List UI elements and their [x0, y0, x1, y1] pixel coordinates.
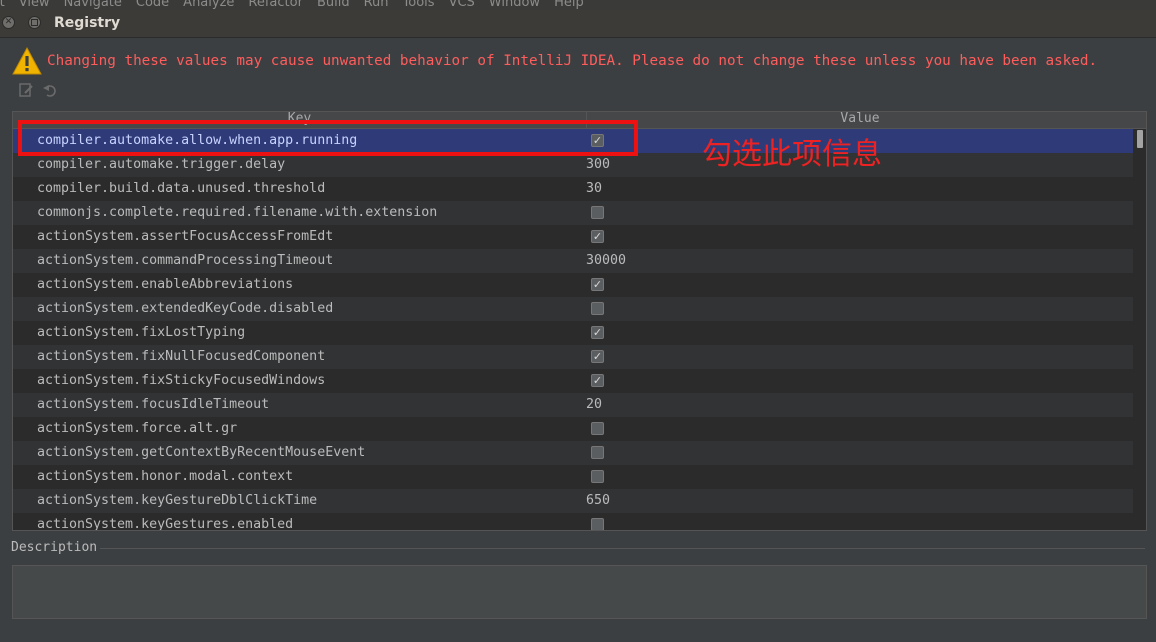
registry-key: actionSystem.force.alt.gr [37, 421, 238, 436]
registry-key: actionSystem.fixNullFocusedComponent [37, 349, 326, 364]
table-row[interactable]: actionSystem.commandProcessingTimeout 300… [13, 249, 1133, 273]
unchecked-checkbox[interactable] [591, 470, 604, 483]
unchecked-checkbox[interactable] [591, 446, 604, 459]
scrollbar-thumb[interactable] [1137, 130, 1143, 148]
menu-item[interactable]: Code [136, 0, 169, 10]
description-divider [100, 548, 1145, 549]
unchecked-checkbox[interactable] [591, 206, 604, 219]
table-row[interactable]: actionSystem.fixNullFocusedComponent ✓ [13, 345, 1133, 369]
table-row[interactable]: actionSystem.assertFocusAccessFromEdt ✓ [13, 225, 1133, 249]
menu-item[interactable]: Run [364, 0, 389, 10]
warning-triangle-icon [12, 46, 42, 75]
unchecked-checkbox[interactable] [591, 302, 604, 315]
registry-key: actionSystem.enableAbbreviations [37, 277, 294, 292]
registry-table: Key Value compiler.automake.allow.when.a… [12, 111, 1147, 531]
warning-text: Changing these values may cause unwanted… [47, 53, 1098, 69]
registry-key: actionSystem.getContextByRecentMouseEven… [37, 445, 366, 460]
menu-item[interactable]: Build [317, 0, 350, 10]
registry-value[interactable]: 300 [586, 153, 610, 177]
menu-item[interactable]: View [19, 0, 50, 10]
table-body: compiler.automake.allow.when.app.running… [13, 129, 1133, 531]
annotation-highlight-box [18, 120, 638, 156]
registry-value[interactable]: 20 [586, 393, 602, 417]
menu-item[interactable]: Tools [403, 0, 435, 10]
checked-checkbox[interactable]: ✓ [591, 374, 604, 387]
warning-banner: Changing these values may cause unwanted… [12, 46, 1097, 76]
table-row[interactable]: compiler.build.data.unused.threshold 30 [13, 177, 1133, 201]
registry-key: actionSystem.extendedKeyCode.disabled [37, 301, 334, 316]
menu-item[interactable]: Refactor [248, 0, 303, 10]
table-row[interactable]: actionSystem.focusIdleTimeout 20 [13, 393, 1133, 417]
table-row[interactable]: actionSystem.force.alt.gr [13, 417, 1133, 441]
registry-value[interactable]: 650 [586, 489, 610, 513]
registry-key: actionSystem.assertFocusAccessFromEdt [37, 229, 334, 244]
close-icon: ✕ [4, 17, 13, 27]
title-bar: ✕ Registry [0, 10, 1156, 38]
table-row[interactable]: actionSystem.keyGestures.enabled [13, 513, 1133, 531]
maximize-icon [31, 19, 38, 26]
vertical-scrollbar[interactable] [1134, 129, 1146, 530]
table-row[interactable]: commonjs.complete.required.filename.with… [13, 201, 1133, 225]
registry-key: commonjs.complete.required.filename.with… [37, 205, 438, 220]
checked-checkbox[interactable]: ✓ [591, 230, 604, 243]
registry-value[interactable]: 30000 [586, 249, 626, 273]
registry-key: compiler.automake.trigger.delay [37, 157, 286, 172]
window-title: Registry [54, 15, 121, 31]
registry-key: actionSystem.honor.modal.context [37, 469, 294, 484]
table-row[interactable]: actionSystem.enableAbbreviations ✓ [13, 273, 1133, 297]
table-row[interactable]: actionSystem.keyGestureDblClickTime 650 [13, 489, 1133, 513]
table-row[interactable]: actionSystem.honor.modal.context [13, 465, 1133, 489]
menu-item[interactable]: Window [489, 0, 540, 10]
registry-value[interactable]: 30 [586, 177, 602, 201]
menu-item[interactable]: lt [0, 0, 5, 10]
menu-item[interactable]: Analyze [183, 0, 234, 10]
registry-key: compiler.build.data.unused.threshold [37, 181, 326, 196]
unchecked-checkbox[interactable] [591, 518, 604, 530]
edit-icon[interactable] [18, 82, 34, 98]
registry-key: actionSystem.keyGestures.enabled [37, 517, 294, 531]
registry-key: actionSystem.fixLostTyping [37, 325, 246, 340]
table-row[interactable]: actionSystem.fixLostTyping ✓ [13, 321, 1133, 345]
checked-checkbox[interactable]: ✓ [591, 350, 604, 363]
unchecked-checkbox[interactable] [591, 422, 604, 435]
menu-item[interactable]: VCS [449, 0, 475, 10]
column-header-value[interactable]: Value [587, 112, 1133, 128]
registry-key: actionSystem.fixStickyFocusedWindows [37, 373, 326, 388]
maximize-window-button[interactable] [28, 16, 41, 29]
table-row[interactable]: compiler.automake.trigger.delay 300 [13, 153, 1133, 177]
menu-item[interactable]: Navigate [64, 0, 122, 10]
table-row[interactable]: actionSystem.extendedKeyCode.disabled [13, 297, 1133, 321]
revert-icon[interactable] [42, 82, 58, 98]
registry-key: actionSystem.focusIdleTimeout [37, 397, 270, 412]
menu-item[interactable]: Help [554, 0, 584, 10]
description-label: Description [11, 540, 98, 555]
description-panel [12, 565, 1147, 619]
toolbar [18, 82, 58, 98]
checked-checkbox[interactable]: ✓ [591, 326, 604, 339]
registry-key: actionSystem.keyGestureDblClickTime [37, 493, 318, 508]
menu-row: lt View Navigate Code Analyze Refactor Build Ru… [0, 0, 584, 10]
registry-key: actionSystem.commandProcessingTimeout [37, 253, 334, 268]
close-window-button[interactable]: ✕ [2, 16, 15, 29]
annotation-text: 勾选此项信息 [702, 137, 882, 172]
table-row[interactable]: actionSystem.fixStickyFocusedWindows ✓ [13, 369, 1133, 393]
table-row[interactable]: actionSystem.getContextByRecentMouseEven… [13, 441, 1133, 465]
checked-checkbox[interactable]: ✓ [591, 278, 604, 291]
